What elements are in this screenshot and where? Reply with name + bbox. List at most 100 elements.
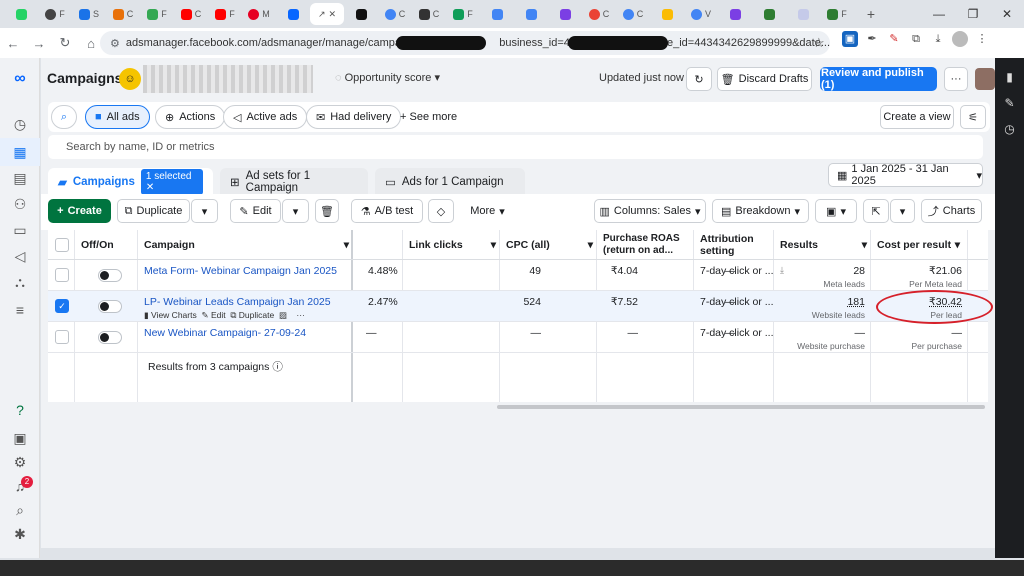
tab-ads[interactable]: ▭ Ads for 1 Campaign xyxy=(375,168,525,196)
view-charts-link[interactable]: ▮ View Charts xyxy=(144,310,197,320)
table-row[interactable]: Meta Form- Webinar Campaign Jan 2025 4.4… xyxy=(48,260,988,291)
header-cost-per-result[interactable]: Cost per result ▾ xyxy=(871,230,968,260)
browser-tab[interactable]: C xyxy=(378,3,412,25)
columns-button[interactable]: ▥ Columns: Sales ▾ xyxy=(594,199,706,223)
restore-icon[interactable]: ❐ xyxy=(956,7,990,21)
bookmark-star-icon[interactable]: ☆ xyxy=(813,35,825,51)
campaign-name-link[interactable]: LP- Webinar Leads Campaign Jan 2025 xyxy=(144,296,331,308)
browser-tab[interactable]: F xyxy=(140,3,174,25)
row-checkbox[interactable] xyxy=(55,330,69,344)
clear-selection-icon[interactable]: ✕ xyxy=(146,182,154,193)
help-icon[interactable]: ? xyxy=(0,402,40,418)
close-window-icon[interactable]: ✕ xyxy=(990,7,1024,21)
eyedropper-icon[interactable]: ✒ xyxy=(864,31,880,47)
dashboard-icon[interactable]: ◷ xyxy=(0,116,40,133)
search-icon[interactable]: ⌕ xyxy=(0,502,40,519)
all-tools-icon[interactable]: ≡ xyxy=(0,302,40,318)
browser-tab[interactable]: C xyxy=(174,3,208,25)
menu-icon[interactable]: ⋮ xyxy=(974,31,990,47)
tab-ad-sets[interactable]: ⊞ Ad sets for 1 Campaign xyxy=(220,168,368,196)
duplicate-dropdown[interactable]: ▾ xyxy=(191,199,218,223)
campaign-name-link[interactable]: New Webinar Campaign- 27-09-24 xyxy=(144,327,306,339)
browser-tab[interactable] xyxy=(276,3,310,25)
filter-actions[interactable]: ⊕ Actions xyxy=(155,105,226,129)
notifications-bell-icon[interactable]: ♫ xyxy=(0,478,40,494)
delete-button[interactable]: 🗑 xyxy=(315,199,339,223)
filter-settings-button[interactable]: ⚟ xyxy=(960,105,986,129)
edit-icon[interactable]: ✎ xyxy=(995,96,1024,110)
header-purchase-roas[interactable]: Purchase ROAS (return on ad... xyxy=(597,230,687,260)
profile-icon[interactable] xyxy=(952,31,968,47)
browser-tab[interactable]: C xyxy=(412,3,446,25)
analytics-icon[interactable]: ▮ xyxy=(995,70,1024,84)
browser-tab[interactable] xyxy=(718,3,752,25)
browser-tab[interactable] xyxy=(650,3,684,25)
download-icon[interactable]: ⤓ xyxy=(930,31,946,47)
header-results[interactable]: Results ▾ xyxy=(774,230,871,260)
puzzle-icon[interactable]: ⧉ xyxy=(908,31,924,47)
settings-icon[interactable]: ⚙ xyxy=(0,454,40,471)
filter-had-delivery[interactable]: ✉ Had delivery xyxy=(306,105,402,129)
browser-tab[interactable]: C xyxy=(616,3,650,25)
export-dropdown[interactable]: ▾ xyxy=(890,199,915,223)
billing-icon[interactable]: ▭ xyxy=(0,222,40,239)
tag-button[interactable]: ◇ xyxy=(428,199,454,223)
filter-all-ads[interactable]: ■ All ads xyxy=(85,105,150,129)
tab-campaigns[interactable]: ▰ Campaigns 1 selected ✕ xyxy=(48,168,213,196)
user-avatar[interactable] xyxy=(975,68,995,90)
duplicate-link[interactable]: ⧉ Duplicate xyxy=(230,310,274,320)
breakdown-button[interactable]: ▤ Breakdown ▾ xyxy=(712,199,809,223)
header-link-clicks[interactable]: Link clicks ▾ xyxy=(403,230,500,260)
search-toggle-button[interactable]: ⌕ xyxy=(51,105,77,129)
browser-tab[interactable] xyxy=(752,3,786,25)
pages-icon[interactable]: ▤ xyxy=(0,170,40,187)
browser-tab[interactable]: F xyxy=(38,3,72,25)
opportunity-score[interactable]: ◌ Opportunity score ▾ xyxy=(335,71,440,84)
reload-icon[interactable]: ↻ xyxy=(52,35,78,51)
browser-tab[interactable]: S xyxy=(72,3,106,25)
refresh-button[interactable]: ↻ xyxy=(686,67,712,91)
extension-icon[interactable]: ▣ xyxy=(842,31,858,47)
browser-tab[interactable] xyxy=(514,3,548,25)
date-range-picker[interactable]: ▦ 1 Jan 2025 - 31 Jan 2025 ▾ xyxy=(828,163,983,187)
delivery-toggle[interactable] xyxy=(98,300,122,313)
discard-drafts-button[interactable]: 🗑 Discard Drafts xyxy=(717,67,812,91)
edit-link[interactable]: ✎ Edit xyxy=(201,310,225,320)
browser-tab[interactable]: C xyxy=(582,3,616,25)
minimize-icon[interactable]: — xyxy=(922,7,956,21)
header-attribution[interactable]: Attribution setting xyxy=(694,230,774,260)
browser-tab[interactable]: F xyxy=(446,3,480,25)
browser-tab[interactable] xyxy=(786,3,820,25)
create-button[interactable]: + Create xyxy=(48,199,111,223)
account-avatar[interactable]: ☺ xyxy=(119,68,141,90)
browser-tab[interactable]: M xyxy=(242,3,276,25)
browser-tab[interactable] xyxy=(344,3,378,25)
info-icon[interactable]: ⓘ xyxy=(272,361,283,373)
delivery-toggle[interactable] xyxy=(98,331,122,344)
filter-active-ads[interactable]: ◁ Active ads xyxy=(223,105,308,129)
browser-tab[interactable] xyxy=(548,3,582,25)
close-icon[interactable]: ✕ xyxy=(329,9,337,20)
row-checkbox-checked[interactable]: ✓ xyxy=(55,299,69,313)
browser-tab[interactable] xyxy=(480,3,514,25)
browser-tab[interactable]: F xyxy=(208,3,242,25)
selected-chip[interactable]: 1 selected ✕ xyxy=(140,169,203,195)
events-icon[interactable]: ⛬ xyxy=(0,274,40,291)
history-icon[interactable]: ◷ xyxy=(995,122,1024,136)
reports-button[interactable]: ▣ ▾ xyxy=(815,199,857,223)
duplicate-button[interactable]: ⧉ Duplicate xyxy=(117,199,190,223)
ab-test-button[interactable]: ⚗ A/B test xyxy=(351,199,423,223)
more-options-button[interactable]: ··· xyxy=(944,67,968,91)
back-icon[interactable]: ← xyxy=(0,36,26,51)
table-row-selected[interactable]: ✓ LP- Webinar Leads Campaign Jan 2025 ▮ … xyxy=(48,291,988,322)
image-icon[interactable]: ▨ xyxy=(279,310,287,320)
browser-tab[interactable]: C xyxy=(106,3,140,25)
campaigns-table-icon[interactable]: ▦ xyxy=(0,138,40,166)
see-more-button[interactable]: + See more xyxy=(400,111,457,123)
horizontal-scrollbar[interactable] xyxy=(497,405,985,409)
edit-button[interactable]: ✎ Edit xyxy=(230,199,281,223)
select-all-checkbox[interactable] xyxy=(55,238,69,252)
export-button[interactable]: ⇱ xyxy=(863,199,889,223)
forward-icon[interactable]: → xyxy=(26,36,52,51)
header-campaign[interactable]: Campaign ▾ xyxy=(138,230,353,260)
